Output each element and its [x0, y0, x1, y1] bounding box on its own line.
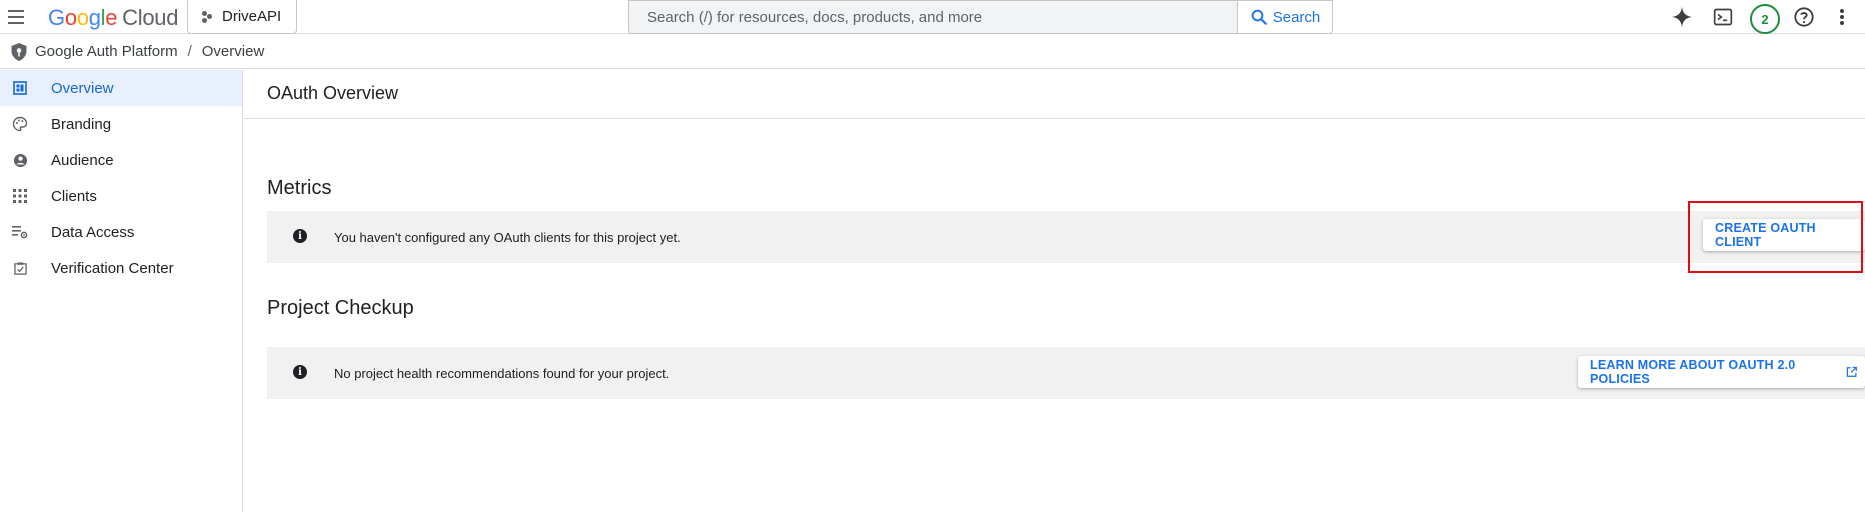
metrics-notice: i You haven't configured any OAuth clien… — [267, 211, 1865, 263]
title-divider — [244, 118, 1865, 119]
learn-more-label: LEARN MORE ABOUT OAUTH 2.0 POLICIES — [1590, 358, 1796, 386]
sidebar-item-label: Overview — [51, 79, 114, 97]
search-button[interactable]: Search — [1237, 0, 1333, 34]
sidebar-item-label: Audience — [51, 151, 114, 169]
sidebar-item-clients[interactable]: Clients — [0, 178, 242, 214]
external-link-icon — [1846, 366, 1857, 377]
data-access-icon — [12, 224, 28, 240]
checkup-message: No project health recommendations found … — [334, 365, 670, 381]
palette-icon — [12, 116, 28, 132]
sidebar-item-branding[interactable]: Branding — [0, 106, 242, 142]
project-name: DriveAPI — [222, 8, 282, 25]
highlight-box — [1688, 201, 1863, 273]
dashboard-icon — [12, 80, 28, 96]
learn-more-oauth-policies-button[interactable]: LEARN MORE ABOUT OAUTH 2.0 POLICIES — [1578, 356, 1865, 388]
apps-grid-icon — [12, 188, 28, 204]
page-title: OAuth Overview — [267, 83, 399, 103]
top-bar: GoogleCloud DriveAPI Search 2 — [0, 0, 1865, 34]
breadcrumb-separator: / — [187, 43, 192, 60]
info-icon: i — [293, 365, 307, 379]
account-circle-icon — [12, 152, 28, 168]
verification-icon — [12, 260, 28, 276]
notifications-badge[interactable]: 2 — [1750, 4, 1780, 34]
breadcrumb: Google Auth Platform / Overview — [0, 35, 1865, 69]
sidebar-item-verification-center[interactable]: Verification Center — [0, 250, 242, 286]
project-picker-button[interactable]: DriveAPI — [187, 0, 297, 34]
metrics-title: Metrics — [267, 177, 332, 199]
shield-icon — [11, 42, 27, 61]
project-checkup-title: Project Checkup — [267, 297, 414, 319]
help-icon[interactable] — [1792, 5, 1816, 29]
main-menu-icon[interactable] — [6, 6, 28, 28]
metrics-message: You haven't configured any OAuth clients… — [334, 229, 681, 245]
sidebar-item-label: Verification Center — [51, 259, 174, 277]
sidebar-item-overview[interactable]: Overview — [0, 70, 242, 106]
search-button-label: Search — [1272, 8, 1321, 26]
search-input[interactable] — [647, 8, 1238, 26]
cloud-shell-terminal-icon[interactable] — [1711, 5, 1735, 29]
sidebar-item-label: Clients — [51, 187, 97, 205]
google-cloud-logo[interactable]: Go o g l e Cloud — [48, 5, 178, 31]
project-icon — [202, 10, 212, 23]
sidebar-item-label: Branding — [51, 115, 112, 133]
gemini-sparkle-icon[interactable] — [1670, 5, 1694, 29]
more-vert-icon[interactable] — [1830, 5, 1854, 29]
sidebar-item-label: Data Access — [51, 223, 135, 241]
info-icon: i — [293, 229, 307, 243]
sidebar-item-audience[interactable]: Audience — [0, 142, 242, 178]
search-icon — [1251, 9, 1267, 25]
search-box[interactable] — [628, 0, 1238, 34]
sidebar: Overview Branding Audience Clients Data … — [0, 70, 243, 512]
sidebar-item-data-access[interactable]: Data Access — [0, 214, 242, 250]
notifications-count: 2 — [1761, 11, 1769, 27]
breadcrumb-overview: Overview — [201, 43, 265, 60]
breadcrumb-google-auth-platform[interactable]: Google Auth Platform — [35, 43, 178, 60]
